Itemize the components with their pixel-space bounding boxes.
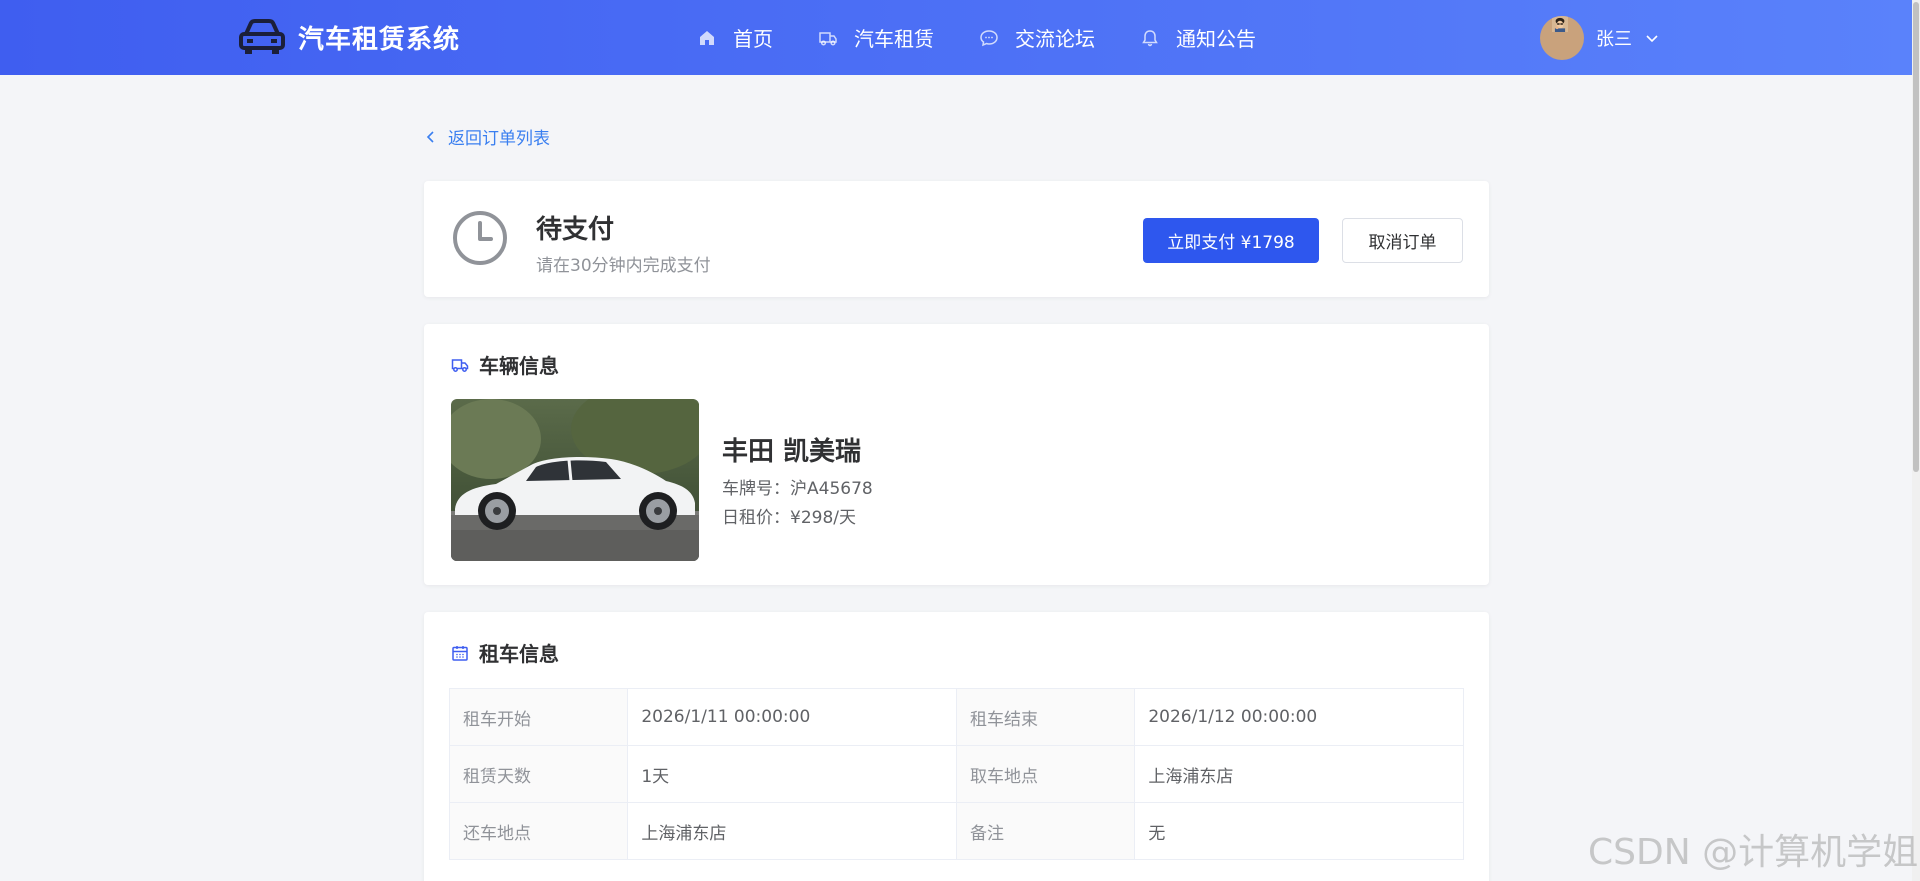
- pay-now-button[interactable]: 立即支付 ¥1798: [1143, 218, 1319, 263]
- nav-item-notices[interactable]: 通知公告: [1140, 23, 1256, 52]
- top-navigation-bar: 汽车租赁系统 首页 汽车租赁 交流论坛 通知公告 张三: [0, 0, 1920, 75]
- rental-end-value: 2026/1/12 00:00:00: [1134, 688, 1464, 746]
- table-row: 租赁天数 1天 取车地点 上海浦东店: [448, 745, 1464, 803]
- remarks-label: 备注: [955, 802, 1136, 860]
- nav-item-car-rental[interactable]: 汽车租赁: [818, 23, 934, 52]
- page-scrollbar[interactable]: [1912, 0, 1920, 881]
- vehicle-section-title: 车辆信息: [451, 350, 559, 379]
- return-location-value: 上海浦东店: [627, 802, 957, 860]
- pickup-location-value: 上海浦东店: [1134, 745, 1464, 803]
- vehicle-info-card: 车辆信息 丰田 凯美瑞 车牌号：沪A45678 日租价：¥298/天: [424, 324, 1489, 585]
- app-title: 汽车租赁系统: [298, 24, 461, 55]
- nav-label: 汽车租赁: [854, 27, 934, 51]
- table-row: 还车地点 上海浦东店 备注 无: [448, 802, 1464, 860]
- scrollbar-thumb[interactable]: [1913, 2, 1919, 472]
- truck-icon: [819, 31, 837, 46]
- rental-start-label: 租车开始: [448, 688, 629, 746]
- pickup-location-label: 取车地点: [955, 745, 1136, 803]
- nav-item-home[interactable]: 首页: [697, 23, 773, 52]
- avatar[interactable]: [1540, 16, 1584, 60]
- app-logo[interactable]: 汽车租赁系统: [238, 18, 460, 56]
- nav-label: 通知公告: [1176, 27, 1256, 51]
- order-status-card: 待支付 请在30分钟内完成支付 立即支付 ¥1798 取消订单: [424, 181, 1489, 297]
- rental-details-table: 租车开始 2026/1/11 00:00:00 租车结束 2026/1/12 0…: [448, 688, 1464, 860]
- car-plate: 车牌号：沪A45678: [722, 479, 873, 499]
- car-daily-price: 日租价：¥298/天: [722, 508, 856, 528]
- rental-days-label: 租赁天数: [448, 745, 629, 803]
- chevron-left-icon: [426, 130, 434, 143]
- section-title-label: 租车信息: [479, 642, 559, 666]
- rental-start-value: 2026/1/11 00:00:00: [627, 688, 957, 746]
- avatar-image: [1552, 16, 1568, 32]
- car-photo-image: [451, 399, 699, 561]
- truck-icon: [451, 358, 469, 372]
- clock-icon: [453, 211, 507, 265]
- rental-end-label: 租车结束: [955, 688, 1136, 746]
- table-row: 租车开始 2026/1/11 00:00:00 租车结束 2026/1/12 0…: [448, 688, 1464, 746]
- watermark: CSDN @计算机学姐: [1588, 832, 1919, 873]
- back-link-label: 返回订单列表: [448, 129, 550, 149]
- car-photo: [451, 399, 699, 561]
- status-title: 待支付: [536, 215, 615, 245]
- remarks-value: 无: [1134, 802, 1464, 860]
- chevron-down-icon: [1646, 35, 1658, 43]
- return-location-label: 还车地点: [448, 802, 629, 860]
- bell-icon: [1142, 29, 1158, 46]
- user-menu[interactable]: 张三: [1540, 16, 1660, 60]
- rental-section-title: 租车信息: [451, 638, 559, 667]
- nav-label: 首页: [733, 27, 773, 51]
- calendar-icon: [452, 645, 468, 661]
- chat-icon: [980, 29, 998, 46]
- back-to-orders-link[interactable]: 返回订单列表: [424, 124, 550, 149]
- nav-label: 交流论坛: [1015, 27, 1095, 51]
- rental-days-value: 1天: [627, 745, 957, 803]
- rental-info-card: 租车信息 租车开始 2026/1/11 00:00:00 租车结束 2026/1…: [424, 612, 1489, 881]
- nav-item-forum[interactable]: 交流论坛: [979, 23, 1095, 52]
- status-subtitle: 请在30分钟内完成支付: [536, 256, 711, 276]
- car-model-name: 丰田 凯美瑞: [722, 437, 862, 467]
- main-nav: 首页 汽车租赁 交流论坛 通知公告: [697, 0, 1301, 75]
- car-logo-icon: [239, 19, 285, 54]
- home-icon: [700, 30, 714, 45]
- section-title-label: 车辆信息: [479, 354, 559, 378]
- user-name: 张三: [1596, 29, 1632, 50]
- cancel-order-button[interactable]: 取消订单: [1342, 218, 1463, 263]
